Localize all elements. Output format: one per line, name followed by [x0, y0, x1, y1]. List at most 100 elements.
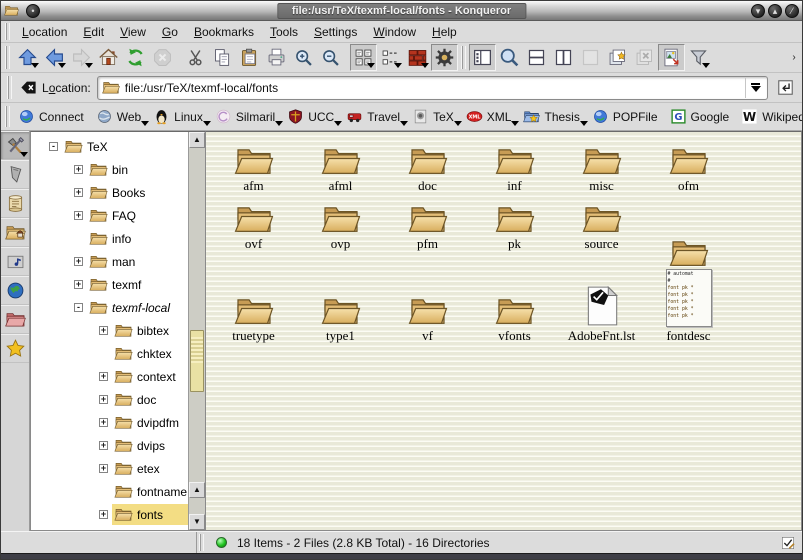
bookmark-silmaril[interactable]: Silmaril: [211, 106, 283, 127]
reload-button[interactable]: [122, 44, 149, 71]
bookmark-wikipedia[interactable]: Wikipedia: [737, 106, 803, 127]
tree-expander[interactable]: [99, 464, 108, 473]
menu-edit[interactable]: Edit: [75, 23, 112, 41]
tree-expander[interactable]: [74, 280, 83, 289]
file-icon-view[interactable]: # automat # font pk * font pk * font pk …: [206, 131, 802, 531]
bookmark-connect[interactable]: Connect: [14, 106, 92, 127]
toolbar-extension-arrow[interactable]: ›: [788, 52, 800, 63]
tree-item[interactable]: Books: [31, 181, 188, 204]
tree-expander[interactable]: [99, 418, 108, 427]
image-preview-button[interactable]: [658, 44, 685, 71]
tree-item-body[interactable]: fonts: [112, 504, 188, 525]
tree-item-body[interactable]: man: [87, 251, 188, 272]
clear-location-button[interactable]: [16, 76, 40, 100]
tree-item-body[interactable]: texmf: [87, 274, 188, 295]
icon-view-button[interactable]: [350, 44, 377, 71]
close-tab-button[interactable]: [631, 44, 658, 71]
tree-expander[interactable]: [99, 395, 108, 404]
file-item[interactable]: # automat # font pk * font pk * font pk …: [645, 252, 732, 344]
cut-button[interactable]: [182, 44, 209, 71]
menu-tools[interactable]: Tools: [262, 23, 306, 41]
minimize-button[interactable]: ▾: [751, 4, 765, 18]
tree-item[interactable]: info: [31, 227, 188, 250]
split-view-top-bottom-button[interactable]: [523, 44, 550, 71]
file-item[interactable]: # automat # font pk * font pk * font pk …: [471, 194, 558, 252]
file-item[interactable]: # automat # font pk * font pk * font pk …: [210, 252, 297, 344]
tree-item[interactable]: FAQ: [31, 204, 188, 227]
location-combobox[interactable]: [97, 76, 768, 100]
bookmark-thesis[interactable]: Thesis: [519, 106, 587, 127]
sidebar-home-folder-button[interactable]: [1, 218, 29, 247]
tree-item-body[interactable]: dvips: [112, 435, 188, 456]
tree-item-body[interactable]: FAQ: [87, 205, 188, 226]
tree-expander[interactable]: [99, 510, 108, 519]
menu-settings[interactable]: Settings: [306, 23, 365, 41]
tree-item[interactable]: fonts: [31, 503, 188, 526]
tree-item[interactable]: texmf-local: [31, 296, 188, 319]
tree-item[interactable]: bin: [31, 158, 188, 181]
menu-window[interactable]: Window: [365, 23, 424, 41]
tree-expander[interactable]: [74, 165, 83, 174]
scrollbar-thumb[interactable]: [190, 330, 204, 392]
tree-item-body[interactable]: Books: [87, 182, 188, 203]
multicolumn-view-button[interactable]: [404, 44, 431, 71]
tree-item-body[interactable]: dvipdfm: [112, 412, 188, 433]
bookmark-ucc[interactable]: UCC: [283, 106, 342, 127]
zoom-out-button[interactable]: [317, 44, 344, 71]
bookmark-popfile[interactable]: POPFile: [588, 106, 666, 127]
tree-item-body[interactable]: context: [112, 366, 188, 387]
scroll-up-button[interactable]: ▲: [189, 132, 205, 148]
menubar-grip[interactable]: [5, 23, 10, 40]
copy-button[interactable]: [209, 44, 236, 71]
tree-item[interactable]: dvipdfm: [31, 411, 188, 434]
title-bar[interactable]: • file:/usr/TeX/texmf-local/fonts - Konq…: [1, 1, 802, 21]
file-item[interactable]: # automat # font pk * font pk * font pk …: [384, 194, 471, 252]
sidebar-network-button[interactable]: [1, 276, 29, 305]
show-sidebar-button[interactable]: [469, 44, 496, 71]
tree-view-button[interactable]: [377, 44, 404, 71]
back-button[interactable]: [41, 44, 68, 71]
new-tab-button[interactable]: [604, 44, 631, 71]
bookmark-linux[interactable]: Linux: [149, 106, 211, 127]
tree-item[interactable]: doc: [31, 388, 188, 411]
close-button[interactable]: ⁄: [785, 4, 799, 18]
sidebar-config-button[interactable]: [1, 131, 29, 160]
bookmarkbar-grip[interactable]: [5, 106, 10, 128]
detailed-view-button[interactable]: [431, 44, 458, 71]
zoom-in-button[interactable]: [290, 44, 317, 71]
remove-view-button[interactable]: [577, 44, 604, 71]
scroll-down-button[interactable]: ▼: [189, 514, 205, 530]
tree-item-body[interactable]: etex: [112, 458, 188, 479]
file-item[interactable]: # automat # font pk * font pk * font pk …: [558, 252, 645, 344]
tree-expander[interactable]: [99, 441, 108, 450]
file-item[interactable]: # automat # font pk * font pk * font pk …: [297, 136, 384, 194]
file-item[interactable]: # automat # font pk * font pk * font pk …: [297, 194, 384, 252]
bookmark-web[interactable]: Web: [92, 106, 149, 127]
view-indicator-icon[interactable]: [780, 535, 796, 551]
tree-item-body[interactable]: TeX: [62, 136, 188, 157]
locationbar-grip[interactable]: [7, 76, 12, 99]
tree-item[interactable]: etex: [31, 457, 188, 480]
paste-button[interactable]: [236, 44, 263, 71]
bookmark-google[interactable]: Google: [666, 106, 738, 127]
file-item[interactable]: # automat # font pk * font pk * font pk …: [471, 252, 558, 344]
file-item[interactable]: # automat # font pk * font pk * font pk …: [645, 136, 732, 194]
tree-item-body[interactable]: bin: [87, 159, 188, 180]
tree-item[interactable]: bibtex: [31, 319, 188, 342]
file-item[interactable]: # automat # font pk * font pk * font pk …: [558, 194, 645, 252]
tree-item[interactable]: fontname: [31, 480, 188, 503]
home-button[interactable]: [95, 44, 122, 71]
file-item[interactable]: # automat # font pk * font pk * font pk …: [210, 136, 297, 194]
find-file-button[interactable]: [496, 44, 523, 71]
menu-go[interactable]: Go: [154, 23, 186, 41]
sidebar-bookmarks-star-button[interactable]: [1, 334, 29, 363]
bookmark-tex[interactable]: TeX: [408, 106, 462, 127]
tree-item-body[interactable]: fontname: [112, 481, 189, 502]
tree-item[interactable]: chktex: [31, 342, 188, 365]
file-item[interactable]: # automat # font pk * font pk * font pk …: [384, 252, 471, 344]
split-view-left-right-button[interactable]: [550, 44, 577, 71]
tree-item[interactable]: dvips: [31, 434, 188, 457]
tree-item[interactable]: TeX: [31, 135, 188, 158]
tree-scrollbar[interactable]: ▲ ▲ ▼: [188, 132, 205, 530]
up-button[interactable]: [14, 44, 41, 71]
